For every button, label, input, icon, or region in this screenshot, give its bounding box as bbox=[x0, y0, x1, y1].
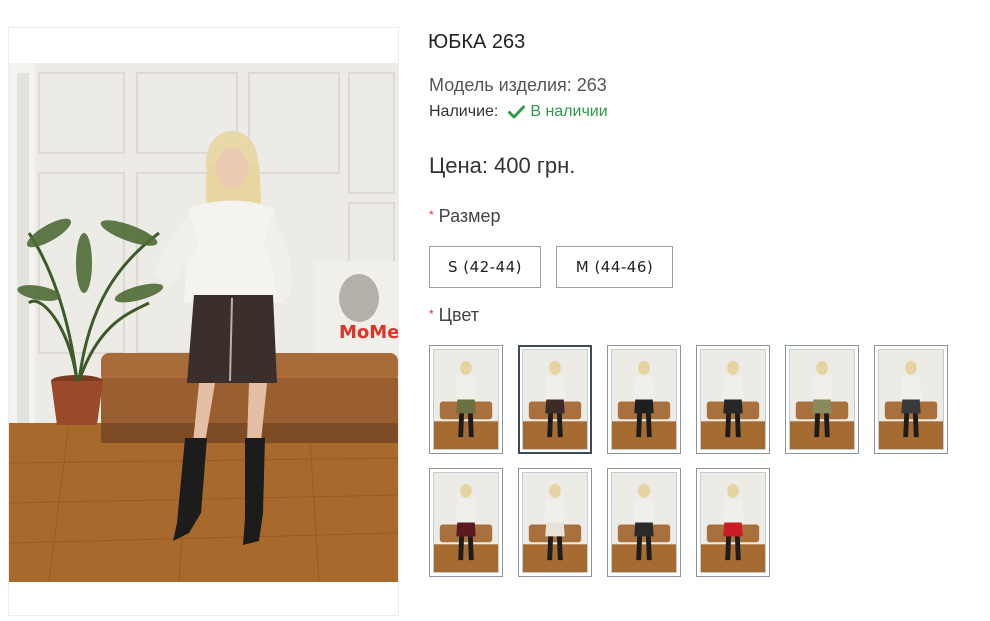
stock-value: В наличии bbox=[530, 103, 608, 120]
color-option-label: * Цвет bbox=[429, 305, 479, 326]
size-button-m[interactable]: M (44-46) bbox=[556, 246, 673, 288]
product-model: Модель изделия: 263 bbox=[429, 75, 607, 96]
color-swatch-black-mirror[interactable] bbox=[607, 468, 681, 577]
swatch-thumbnail bbox=[522, 349, 588, 450]
color-swatch-graphite[interactable] bbox=[874, 345, 948, 454]
model-label: Модель изделия: bbox=[429, 75, 572, 95]
required-mark: * bbox=[429, 307, 434, 321]
svg-text:MoMe: MoMe bbox=[339, 322, 398, 343]
product-price: Цена: 400 грн. bbox=[429, 153, 581, 179]
size-label: Размер bbox=[438, 206, 501, 226]
size-button-s[interactable]: S (42-44) bbox=[429, 246, 541, 288]
color-swatch-brown-leather[interactable] bbox=[518, 345, 592, 454]
color-label: Цвет bbox=[438, 305, 480, 325]
color-swatch-white[interactable] bbox=[518, 468, 592, 577]
stock-label: Наличие: bbox=[429, 103, 499, 120]
color-swatch-burgundy[interactable] bbox=[429, 468, 503, 577]
swatch-thumbnail bbox=[611, 349, 677, 450]
price-value: 400 грн. bbox=[494, 153, 576, 178]
price-label: Цена: bbox=[429, 153, 489, 178]
model-value: 263 bbox=[576, 75, 607, 95]
swatch-thumbnail bbox=[522, 472, 588, 573]
required-mark: * bbox=[429, 208, 434, 222]
swatch-thumbnail bbox=[433, 472, 499, 573]
product-title: ЮБКА 263 bbox=[428, 31, 526, 53]
color-swatch-khaki[interactable] bbox=[785, 345, 859, 454]
swatch-thumbnail bbox=[878, 349, 944, 450]
color-swatch-black-leather[interactable] bbox=[607, 345, 681, 454]
color-swatch-black-leather-2[interactable] bbox=[696, 345, 770, 454]
color-swatch-red[interactable] bbox=[696, 468, 770, 577]
swatch-thumbnail bbox=[433, 349, 499, 450]
swatch-thumbnail bbox=[700, 349, 766, 450]
swatch-thumbnail bbox=[611, 472, 677, 573]
size-option-label: * Размер bbox=[429, 206, 501, 227]
main-product-image[interactable]: MoMe bbox=[8, 27, 399, 616]
product-photo: MoMe bbox=[9, 63, 398, 582]
stock-available: В наличии bbox=[508, 103, 608, 121]
swatch-thumbnail bbox=[789, 349, 855, 450]
color-swatch-olive[interactable] bbox=[429, 345, 503, 454]
swatch-thumbnail bbox=[700, 472, 766, 573]
check-icon bbox=[508, 105, 526, 119]
stock-status: Наличие: В наличии bbox=[429, 103, 608, 121]
